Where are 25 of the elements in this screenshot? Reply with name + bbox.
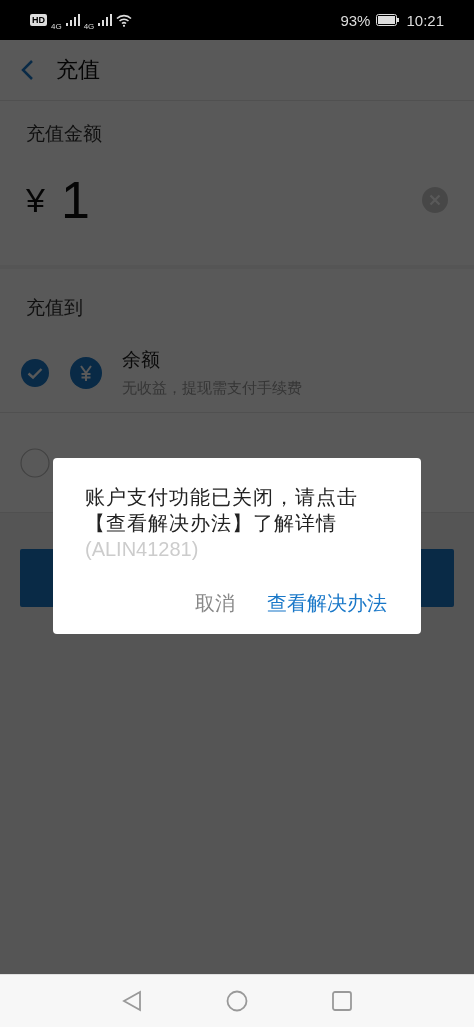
back-icon[interactable]: [20, 59, 34, 81]
home-icon[interactable]: [226, 990, 248, 1012]
dialog-message: 账户支付功能已关闭，请点击【查看解决办法】了解详情: [85, 485, 359, 536]
yuan-icon: [70, 356, 102, 389]
network-label: 4G: [51, 21, 62, 31]
amount-input[interactable]: 1: [60, 170, 422, 230]
recents-icon[interactable]: [332, 991, 352, 1011]
option-title: 余额: [122, 348, 161, 372]
signal-icon: [98, 14, 113, 26]
battery-percent: 93%: [340, 11, 371, 29]
network-label: 4G: [83, 21, 95, 31]
cancel-button[interactable]: 取消: [193, 584, 237, 623]
radio-button[interactable]: [20, 447, 50, 478]
clock: 10:21: [406, 11, 444, 29]
signal-icon: [65, 14, 80, 26]
solution-button[interactable]: 查看解决办法: [265, 584, 389, 623]
currency-symbol: ¥: [26, 180, 45, 220]
checked-radio[interactable]: [20, 357, 50, 388]
section-label: 充值到: [25, 296, 84, 320]
battery-icon: [376, 14, 401, 26]
wifi-icon: [116, 13, 133, 27]
page-title: 充值: [56, 56, 100, 84]
hd-badge: HD: [30, 14, 47, 26]
back-nav-icon[interactable]: [122, 990, 142, 1012]
section-label: 充值金额: [26, 122, 103, 146]
